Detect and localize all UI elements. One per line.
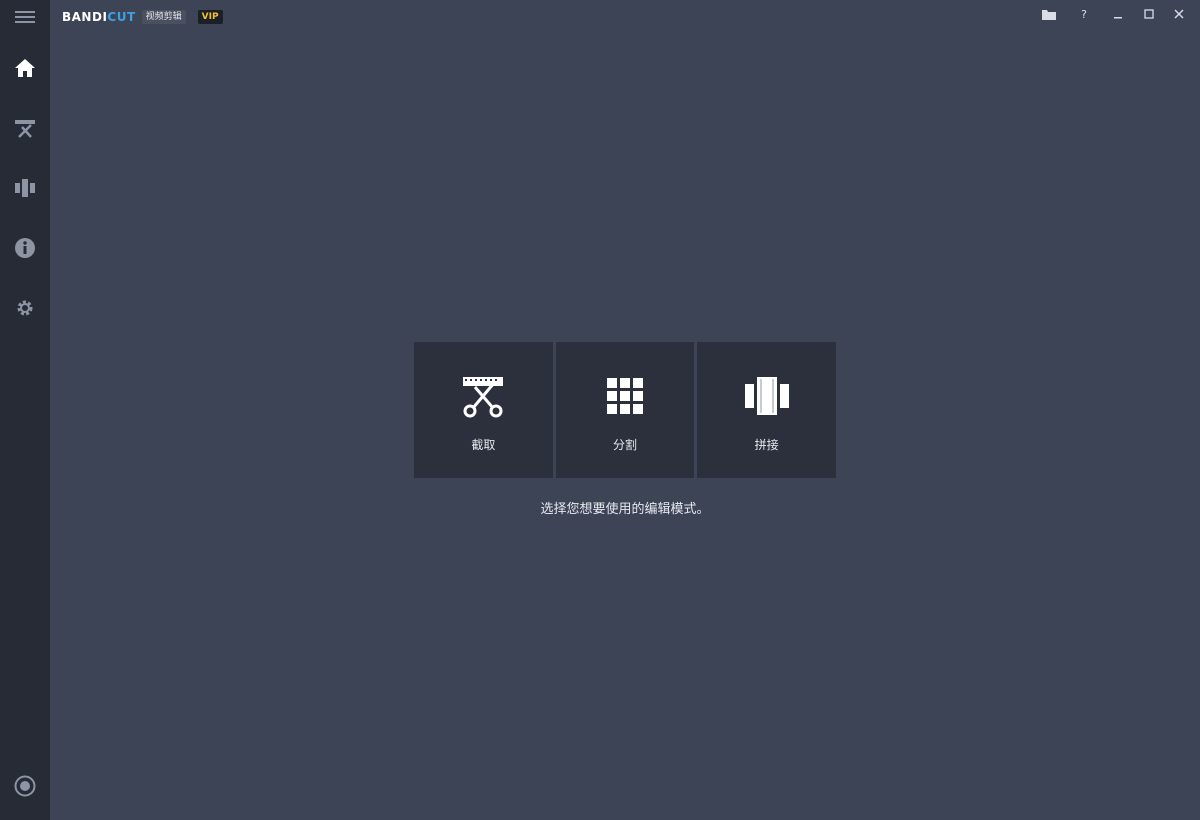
menu-icon <box>15 11 35 23</box>
cut-icon <box>15 120 35 138</box>
sidebar-item-join[interactable] <box>9 172 41 204</box>
scissors-icon <box>463 377 504 418</box>
minimize-icon <box>1114 17 1122 19</box>
record-button[interactable] <box>9 770 41 802</box>
app-logo: BANDI CUT 视频剪辑 VIP <box>62 9 223 25</box>
mode-selection-panel: 截取 分割 拼接 <box>414 342 837 478</box>
mode-join-label: 拼接 <box>754 438 779 452</box>
record-icon <box>14 775 36 797</box>
join-frames-icon <box>744 377 789 415</box>
help-icon: ? <box>1081 7 1087 21</box>
logo-cut-text: CUT <box>107 10 136 24</box>
open-folder-button[interactable] <box>1038 5 1060 23</box>
sidebar-item-home[interactable] <box>9 52 41 84</box>
grid-icon <box>607 378 643 414</box>
sidebar <box>0 0 50 820</box>
folder-icon <box>1042 9 1056 20</box>
mode-split-button[interactable]: 分割 <box>555 342 695 478</box>
mode-trim-button[interactable]: 截取 <box>414 342 553 478</box>
help-button[interactable]: ? <box>1073 5 1095 23</box>
sidebar-item-settings[interactable] <box>9 292 41 324</box>
maximize-button[interactable] <box>1138 5 1160 23</box>
home-icon <box>15 59 35 77</box>
close-button[interactable] <box>1168 5 1190 23</box>
minimize-button[interactable] <box>1107 5 1129 23</box>
mode-join-button[interactable]: 拼接 <box>697 342 837 478</box>
vip-badge: VIP <box>197 10 223 24</box>
logo-bandi-text: BANDI <box>62 10 108 24</box>
menu-button[interactable] <box>9 1 41 33</box>
logo-subtitle: 视频剪辑 <box>141 10 186 24</box>
mode-hint-text: 选择您想要使用的编辑模式。 <box>540 502 710 517</box>
sidebar-item-info[interactable] <box>9 232 41 264</box>
join-icon <box>15 179 35 197</box>
maximize-icon <box>1144 9 1154 19</box>
mode-split-label: 分割 <box>613 438 638 452</box>
sidebar-item-cut[interactable] <box>9 112 41 144</box>
settings-icon <box>17 300 33 316</box>
mode-trim-label: 截取 <box>471 438 496 452</box>
close-icon <box>1174 9 1184 19</box>
info-icon <box>15 238 35 258</box>
